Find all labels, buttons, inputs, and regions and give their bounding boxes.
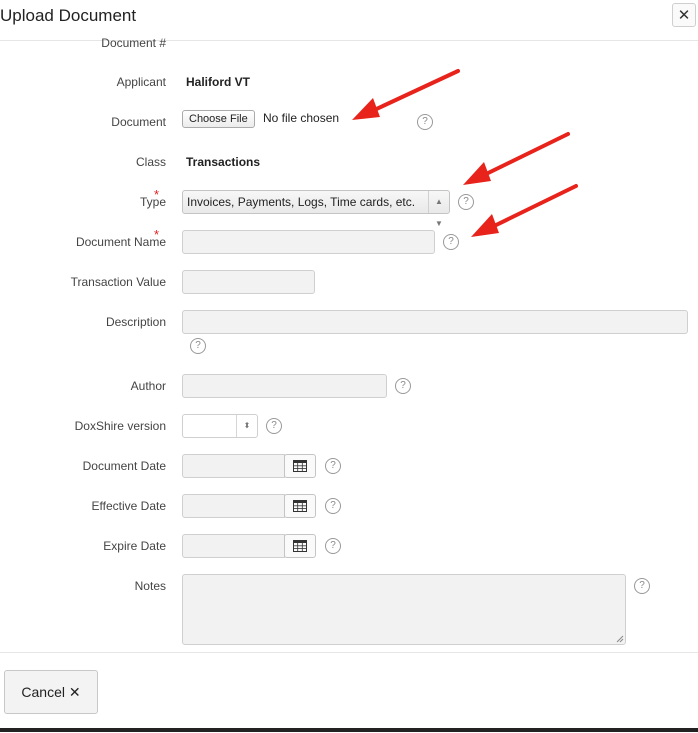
- select-arrows-icon: ⬍: [236, 415, 257, 437]
- annotation-arrow-type: [480, 132, 570, 178]
- type-label: Type: [139, 195, 166, 209]
- author-help-icon[interactable]: ?: [395, 378, 411, 394]
- select-arrows-icon: ▲ ▼: [428, 191, 449, 228]
- doxshire-version-help-icon[interactable]: ?: [266, 418, 282, 434]
- annotation-arrow-document: [368, 69, 460, 114]
- notes-textarea[interactable]: [182, 574, 626, 645]
- notes-help-icon[interactable]: ?: [634, 578, 650, 594]
- doxshire-version-label: DoxShire version: [74, 419, 166, 433]
- calendar-icon: [293, 540, 307, 552]
- annotation-arrow-document-name: [488, 184, 578, 230]
- document-name-required-marker: *: [154, 227, 160, 242]
- effective-date-help-icon[interactable]: ?: [325, 498, 341, 514]
- document-date-help-icon[interactable]: ?: [325, 458, 341, 474]
- effective-date-label: Effective Date: [91, 499, 166, 513]
- expire-date-input[interactable]: [182, 534, 285, 558]
- transaction-value-input[interactable]: [182, 270, 315, 294]
- resize-handle-icon[interactable]: [616, 635, 624, 643]
- calendar-icon: [293, 460, 307, 472]
- expire-date-label: Expire Date: [103, 539, 166, 553]
- description-label: Description: [105, 315, 166, 329]
- close-button[interactable]: ✕: [672, 3, 696, 27]
- document-help-icon[interactable]: ?: [417, 114, 433, 130]
- document-name-help-icon[interactable]: ?: [443, 234, 459, 250]
- type-select-value: Invoices, Payments, Logs, Time cards, et…: [187, 195, 416, 209]
- type-select[interactable]: Invoices, Payments, Logs, Time cards, et…: [182, 190, 450, 228]
- class-label: Class: [135, 155, 166, 169]
- annotation-arrowhead-type: [463, 162, 491, 185]
- effective-date-input[interactable]: [182, 494, 285, 518]
- dialog-footer: Cancel ✕: [0, 652, 698, 733]
- applicant-value: Haliford VT: [186, 75, 251, 89]
- class-value: Transactions: [186, 155, 261, 169]
- applicant-label: Applicant: [116, 75, 166, 89]
- notes-label: Notes: [134, 579, 166, 593]
- annotation-arrowhead-document-name: [471, 214, 499, 237]
- document-date-input[interactable]: [182, 454, 285, 478]
- cancel-button[interactable]: Cancel ✕: [4, 670, 98, 714]
- author-input[interactable]: [182, 374, 387, 398]
- document-number-label: Document #: [101, 36, 166, 50]
- document-date-calendar-button[interactable]: [284, 454, 316, 478]
- window-bottom-edge: [0, 728, 698, 732]
- document-label: Document: [111, 115, 166, 129]
- doxshire-version-select[interactable]: ⬍: [182, 414, 258, 438]
- effective-date-calendar-button[interactable]: [284, 494, 316, 518]
- description-help-icon[interactable]: ?: [190, 338, 206, 354]
- type-help-icon[interactable]: ?: [458, 194, 474, 210]
- dialog-title: Upload Document: [0, 6, 137, 25]
- expire-date-calendar-button[interactable]: [284, 534, 316, 558]
- choose-file-button[interactable]: Choose File: [182, 110, 255, 128]
- document-name-label: Document Name: [75, 235, 166, 249]
- annotation-arrowhead-document: [352, 98, 380, 120]
- type-required-marker: *: [154, 187, 160, 202]
- document-name-input[interactable]: [182, 230, 435, 254]
- calendar-icon: [293, 500, 307, 512]
- expire-date-help-icon[interactable]: ?: [325, 538, 341, 554]
- dialog-header: Upload Document ✕: [0, 0, 698, 41]
- author-label: Author: [130, 379, 166, 393]
- file-status-text: No file chosen: [263, 111, 340, 125]
- description-input[interactable]: [182, 310, 688, 334]
- transaction-value-label: Transaction Value: [70, 275, 166, 289]
- document-date-label: Document Date: [82, 459, 166, 473]
